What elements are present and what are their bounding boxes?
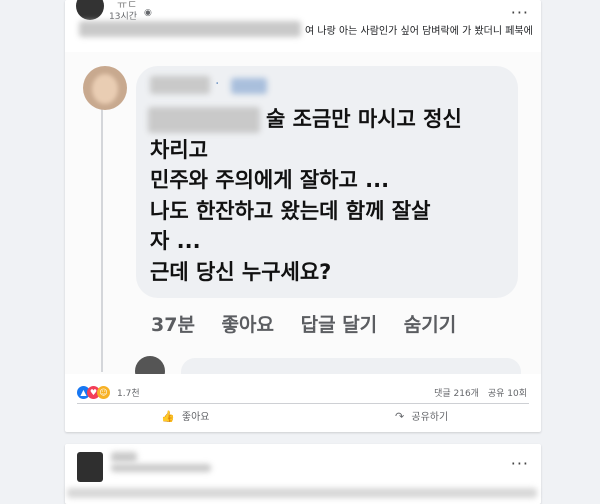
reaction-count[interactable]: 1.7천 <box>117 386 140 399</box>
blurred-author-name <box>111 452 137 462</box>
comment-like-link: 좋아요 <box>221 314 274 336</box>
reply-avatar <box>135 356 165 374</box>
comment-line: 자 ... <box>150 229 201 253</box>
comment-line: 차리고 <box>150 137 208 162</box>
thread-line <box>101 102 103 372</box>
thumbs-up-icon: 👍 <box>161 410 175 423</box>
comment-line: 술 조금만 마시고 정신 <box>266 107 462 131</box>
avatar-face <box>92 74 118 104</box>
separator-dot: · <box>215 76 220 92</box>
post-card: ··· <box>65 444 541 504</box>
commenter-avatar <box>83 66 127 110</box>
more-options-icon[interactable]: ··· <box>511 3 529 22</box>
comment-count[interactable]: 댓글 216개 <box>434 389 479 399</box>
comment-text: 술 조금만 마시고 정신 차리고 민주와 주의에게 잘하고 ... 나도 한잔하… <box>150 104 510 287</box>
like-button[interactable]: 👍 좋아요 <box>161 408 210 426</box>
comment-line: 민주와 주의에게 잘하고 ... <box>150 168 390 192</box>
comment-actions: 37분 좋아요 답글 달기 숨기기 <box>151 310 476 337</box>
post-card: ㅠㄷ 13시간 ◉ ··· 여 나랑 아는 사람인가 싶어 담벼락에 가 봤더니… <box>65 0 541 432</box>
comment-hide-link: 숨기기 <box>403 314 457 336</box>
share-count[interactable]: 공유 10회 <box>488 389 527 399</box>
comment-line: 나도 한잔하고 왔는데 함께 잘살 <box>150 198 431 223</box>
share-icon: ↷ <box>395 410 405 423</box>
blurred-badge <box>231 78 267 94</box>
author-avatar[interactable] <box>76 0 104 20</box>
divider <box>77 403 529 404</box>
comment-screenshot: · 술 조금만 마시고 정신 차리고 민주와 주의에게 잘하고 ... 나도 한… <box>65 52 541 374</box>
comment-reply-link: 답글 달기 <box>300 314 378 336</box>
like-button-label: 좋아요 <box>181 412 210 423</box>
author-avatar[interactable] <box>77 452 103 482</box>
share-button-label: 공유하기 <box>411 412 449 423</box>
engagement-stats: 댓글 216개 공유 10회 <box>428 386 527 399</box>
share-button[interactable]: ↷ 공유하기 <box>395 408 448 426</box>
comment-line: 근데 당신 누구세요? <box>150 259 332 284</box>
blurred-post-meta <box>111 464 211 472</box>
blurred-text <box>79 21 301 37</box>
globe-icon: ◉ <box>144 8 152 18</box>
reply-bubble <box>181 358 521 374</box>
post-text: 여 나랑 아는 사람인가 싶어 담벼락에 가 봤더니 페북에 <box>305 26 533 37</box>
comment-time: 37분 <box>151 314 195 336</box>
blurred-commenter-name <box>150 76 210 94</box>
blurred-text <box>67 488 537 498</box>
haha-reaction-icon: ☺ <box>97 386 110 399</box>
comment-bubble: · 술 조금만 마시고 정신 차리고 민주와 주의에게 잘하고 ... 나도 한… <box>136 66 518 298</box>
more-options-icon[interactable]: ··· <box>511 454 529 473</box>
